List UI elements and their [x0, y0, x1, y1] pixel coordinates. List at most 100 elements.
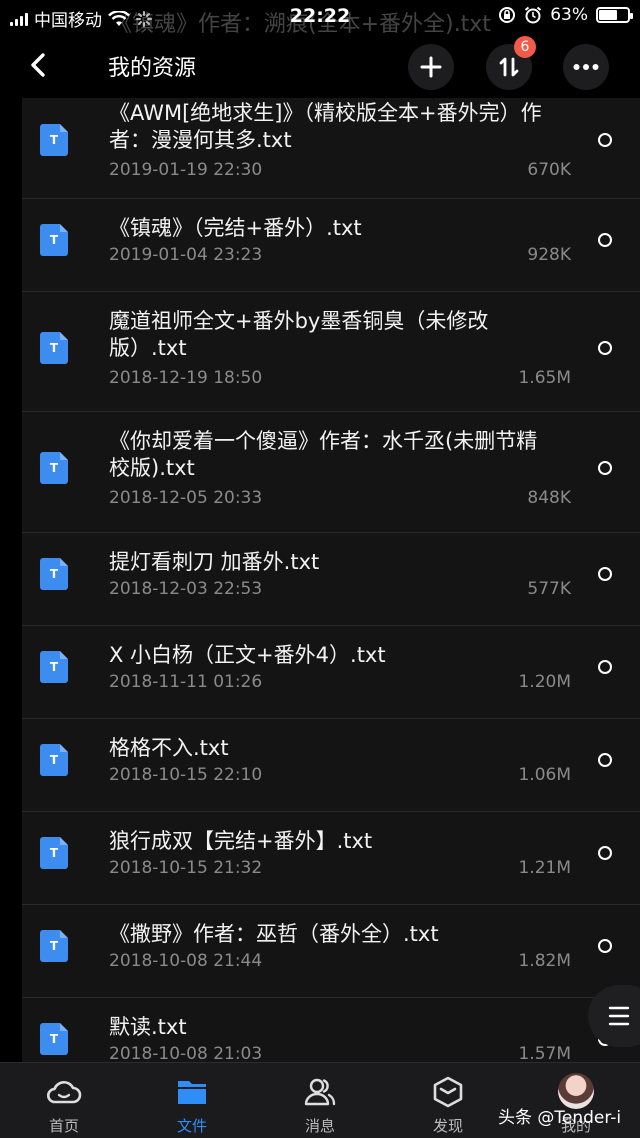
file-row[interactable]: T 《你却爱着一个傻逼》作者：水千丞(未删节精校版).txt 2018-12-05 … — [22, 412, 640, 533]
back-button[interactable] — [22, 48, 56, 82]
tab-files[interactable]: 文件 — [142, 1063, 242, 1138]
folder-icon — [178, 1081, 206, 1104]
transfer-count-badge: 6 — [514, 36, 536, 58]
file-icon-letter: T — [49, 233, 59, 247]
tab-messages[interactable]: 消息 — [270, 1063, 370, 1138]
transfer-arrows-icon — [499, 57, 519, 77]
file-icon-letter: T — [49, 461, 59, 475]
tab-discover[interactable]: 发现 — [398, 1063, 498, 1138]
battery-icon — [596, 7, 633, 23]
file-row[interactable]: T X 小白杨（正文+番外4）.txt 2018-11-11 01:26 1.20M — [22, 626, 640, 719]
select-radio[interactable] — [598, 461, 612, 475]
file-size: 848K — [527, 488, 571, 508]
file-row[interactable]: T 默读.txt 2018-10-08 21:03 1.57M — [22, 998, 640, 1062]
select-radio[interactable] — [598, 233, 612, 247]
file-size: 577K — [527, 579, 571, 599]
txt-file-icon: T — [40, 837, 68, 869]
file-icon-letter: T — [49, 133, 59, 147]
select-radio[interactable] — [598, 846, 612, 860]
txt-file-icon: T — [40, 1023, 68, 1055]
file-icon-letter: T — [49, 753, 59, 767]
battery-fill — [599, 10, 617, 20]
file-size: 670K — [527, 160, 571, 180]
battery-percent: 63% — [550, 5, 588, 25]
file-row[interactable]: T 魔道祖师全文+番外by墨香铜臭（未修改版）.txt 2018-12-19 18:… — [22, 292, 640, 412]
top-nav-bar: 我的资源 6 — [0, 34, 640, 98]
file-size: 928K — [527, 245, 571, 265]
select-radio[interactable] — [598, 753, 612, 767]
file-date: 2018-10-08 21:03 — [109, 1044, 263, 1062]
file-size: 1.82M — [518, 951, 571, 971]
select-radio[interactable] — [598, 939, 612, 953]
tab-home[interactable]: 首页 — [14, 1063, 114, 1138]
home-cloud-icon — [46, 1080, 82, 1104]
file-name: 《AWM[绝地求生]》（精校版全本+番外完）作者：漫漫何其多.txt — [109, 101, 542, 152]
txt-file-icon: T — [40, 744, 68, 776]
page-title: 我的资源 — [108, 56, 197, 81]
plus-icon — [420, 56, 442, 78]
select-radio[interactable] — [598, 567, 612, 581]
file-size: 1.06M — [518, 765, 571, 785]
more-button[interactable] — [563, 44, 609, 90]
file-row[interactable]: T 《撒野》作者：巫哲（番外全）.txt 2018-10-08 21:44 1.82M — [22, 905, 640, 998]
file-icon-letter: T — [49, 1032, 59, 1046]
tab-files-label: 文件 — [176, 1117, 207, 1135]
discover-box-icon — [433, 1076, 463, 1108]
file-name: 《撒野》作者：巫哲（番外全）.txt — [109, 922, 439, 946]
txt-file-icon: T — [40, 332, 68, 364]
file-size: 1.20M — [518, 672, 571, 692]
file-name: 默读.txt — [109, 1015, 187, 1039]
file-name: X 小白杨（正文+番外4）.txt — [109, 643, 386, 667]
tab-messages-label: 消息 — [304, 1117, 335, 1135]
file-date: 2019-01-19 22:30 — [109, 160, 263, 180]
file-row[interactable]: T 格格不入.txt 2018-10-15 22:10 1.06M — [22, 719, 640, 812]
select-radio[interactable] — [598, 133, 612, 147]
txt-file-icon: T — [40, 124, 68, 156]
file-name: 《你却爱着一个傻逼》作者：水千丞(未删节精校版).txt — [109, 429, 538, 480]
chevron-left-icon — [31, 53, 45, 77]
file-date: 2019-01-04 23:23 — [109, 245, 263, 265]
txt-file-icon: T — [40, 224, 68, 256]
tab-discover-label: 发现 — [432, 1117, 463, 1135]
file-date: 2018-12-03 22:53 — [109, 579, 263, 599]
file-row[interactable]: T 狼行成双【完结+番外】.txt 2018-10-15 21:32 1.21M — [22, 812, 640, 905]
file-size: 1.21M — [518, 858, 571, 878]
file-icon-letter: T — [49, 939, 59, 953]
file-icon-letter: T — [49, 846, 59, 860]
file-size: 1.65M — [518, 368, 571, 388]
watermark-text: 头条 @Tender-i — [498, 1108, 622, 1128]
select-radio[interactable] — [598, 341, 612, 355]
status-bar: 《镇魂》作者：溯痕(全本+番外全).txt 中国移动 22:22 63% — [0, 0, 640, 37]
txt-file-icon: T — [40, 930, 68, 962]
file-date: 2018-10-15 22:10 — [109, 765, 263, 785]
file-date: 2018-12-19 18:50 — [109, 368, 263, 388]
menu-lines-icon — [608, 1006, 630, 1026]
add-button[interactable] — [408, 44, 454, 90]
file-name: 魔道祖师全文+番外by墨香铜臭（未修改版）.txt — [109, 309, 489, 360]
status-right: 63% — [498, 5, 633, 25]
file-date: 2018-11-11 01:26 — [109, 672, 263, 692]
file-icon-letter: T — [49, 660, 59, 674]
file-row[interactable]: T 《镇魂》（完结+番外）.txt 2019-01-04 23:23 928K — [22, 199, 640, 292]
file-icon-letter: T — [49, 341, 59, 355]
file-row[interactable]: T 《AWM[绝地求生]》（精校版全本+番外完）作者：漫漫何其多.txt 2019-… — [22, 98, 640, 199]
select-radio[interactable] — [598, 660, 612, 674]
file-icon-letter: T — [49, 567, 59, 581]
alarm-icon — [525, 6, 542, 24]
file-name: 提灯看刺刀 加番外.txt — [109, 550, 320, 574]
file-date: 2018-10-08 21:44 — [109, 951, 263, 971]
file-size: 1.57M — [518, 1044, 571, 1062]
txt-file-icon: T — [40, 651, 68, 683]
file-date: 2018-10-15 21:32 — [109, 858, 263, 878]
more-dots-icon — [573, 64, 599, 70]
rotation-lock-icon — [499, 7, 516, 23]
file-list: T 《AWM[绝地求生]》（精校版全本+番外完）作者：漫漫何其多.txt 2019-… — [22, 98, 640, 1062]
transfer-button[interactable]: 6 — [486, 36, 536, 90]
file-row[interactable]: T 提灯看刺刀 加番外.txt 2018-12-03 22:53 577K — [22, 533, 640, 626]
file-name: 《镇魂》（完结+番外）.txt — [109, 216, 362, 240]
file-name: 狼行成双【完结+番外】.txt — [109, 829, 373, 853]
tab-home-label: 首页 — [48, 1117, 79, 1135]
txt-file-icon: T — [40, 452, 68, 484]
file-date: 2018-12-05 20:33 — [109, 488, 263, 508]
file-name: 格格不入.txt — [109, 736, 229, 760]
